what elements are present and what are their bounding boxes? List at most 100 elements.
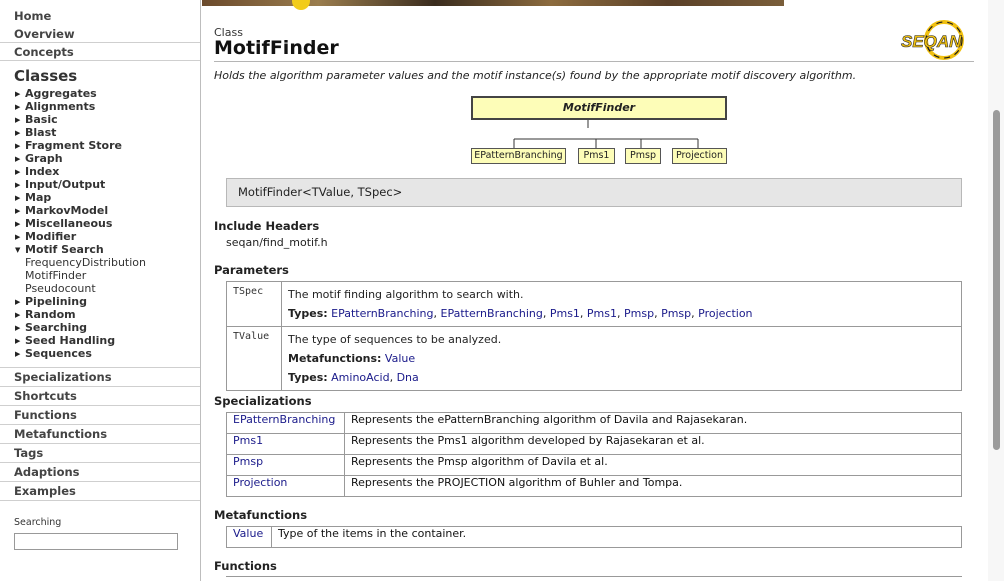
class-category-item[interactable]: ▶ Modifier [0,230,200,243]
triangle-right-icon[interactable]: ▶ [15,311,25,319]
class-category-item[interactable]: ▶ Miscellaneous [0,217,200,230]
nav-metafunctions[interactable]: Metafunctions [0,425,200,444]
nav-functions[interactable]: Functions [0,406,200,425]
param-name: TValue [226,326,282,391]
class-category-item[interactable]: ▶ Aggregates [0,87,200,100]
nav-specializations[interactable]: Specializations [0,368,200,387]
class-category-item[interactable]: ▶ Sequences [0,347,200,360]
type-link[interactable]: Pmsp [661,307,691,320]
class-category-item[interactable]: ▶ Map [0,191,200,204]
triangle-right-icon[interactable]: ▶ [15,168,25,176]
specializations-heading: Specializations [214,394,312,408]
type-link[interactable]: Pms1 [550,307,580,320]
type-link[interactable]: Dna [397,371,419,384]
class-sub-item[interactable]: Pseudocount [0,282,200,295]
nav-examples[interactable]: Examples [0,482,200,501]
specializations-name-link[interactable]: Projection [226,475,345,497]
sidebar: Home Overview Concepts Classes ▶ Aggregat… [0,0,201,581]
specializations-name-link[interactable]: Pmsp [226,454,345,476]
types-label: Types: [288,371,328,384]
triangle-right-icon[interactable]: ▶ [15,90,25,98]
main-content: Class MotifFinder SEQAN Holds the algori… [202,0,988,581]
diagram-child-epatternbranching[interactable]: EPatternBranching [471,148,566,164]
table-row: TValue The type of sequences to be analy… [226,326,962,391]
include-header-value: seqan/find_motif.h [226,236,328,249]
triangle-right-icon[interactable]: ▶ [15,129,25,137]
triangle-right-icon[interactable]: ▶ [15,298,25,306]
type-link[interactable]: Value [385,352,415,365]
type-link[interactable]: Pmsp [624,307,654,320]
diagram-child-pms1[interactable]: Pms1 [578,148,615,164]
triangle-right-icon[interactable]: ▶ [15,207,25,215]
triangle-right-icon[interactable]: ▶ [15,142,25,150]
triangle-right-icon[interactable]: ▶ [15,194,25,202]
class-category-item[interactable]: ▶ Seed Handling [0,334,200,347]
type-link[interactable]: AminoAcid [331,371,389,384]
nav-overview[interactable]: Overview [0,25,200,43]
param-description: The motif finding algorithm to search wi… [288,288,524,301]
class-category-item[interactable]: ▶ Blast [0,126,200,139]
nav-tags[interactable]: Tags [0,444,200,463]
parameters-table: TSpec The motif finding algorithm to sea… [226,281,962,391]
list-separator: , [579,307,587,320]
type-link[interactable]: EPatternBranching [441,307,543,320]
class-category-label: MarkovModel [25,204,109,217]
metafunctions-label: Metafunctions: [288,352,382,365]
triangle-right-icon[interactable]: ▶ [15,181,25,189]
type-link[interactable]: EPatternBranching [331,307,433,320]
functions-table-edge [226,576,962,577]
class-category-item[interactable]: ▼ Motif Search [0,243,200,256]
class-category-label: Input/Output [25,178,106,191]
class-sub-item[interactable]: FrequencyDistribution [0,256,200,269]
nav-concepts[interactable]: Concepts [0,43,200,61]
class-category-label: Index [25,165,60,178]
class-category-item[interactable]: ▶ Basic [0,113,200,126]
class-category-item[interactable]: ▶ Index [0,165,200,178]
diagram-root-box[interactable]: MotifFinder [471,96,727,120]
triangle-down-icon[interactable]: ▼ [15,246,25,254]
table-row: TSpec The motif finding algorithm to sea… [226,281,962,327]
triangle-right-icon[interactable]: ▶ [15,220,25,228]
class-category-item[interactable]: ▶ Random [0,308,200,321]
list-separator: , [433,307,441,320]
class-category-item[interactable]: ▶ Searching [0,321,200,334]
param-desc-cell: The motif finding algorithm to search wi… [281,281,962,327]
scrollbar-thumb[interactable] [993,110,1000,450]
class-category-item[interactable]: ▶ Graph [0,152,200,165]
class-category-label: Searching [25,321,88,334]
metafunctions-table: Value Type of the items in the container. [226,526,962,548]
metafunctions-name-link[interactable]: Value [226,526,272,548]
nav-adaptions[interactable]: Adaptions [0,463,200,482]
class-category-label: Miscellaneous [25,217,113,230]
class-category-item[interactable]: ▶ Alignments [0,100,200,113]
specializations-description: Represents the Pms1 algorithm developed … [344,433,962,455]
triangle-right-icon[interactable]: ▶ [15,103,25,111]
class-category-label: Sequences [25,347,92,360]
triangle-right-icon[interactable]: ▶ [15,324,25,332]
class-category-item[interactable]: ▶ MarkovModel [0,204,200,217]
triangle-right-icon[interactable]: ▶ [15,350,25,358]
triangle-right-icon[interactable]: ▶ [15,337,25,345]
diagram-child-projection[interactable]: Projection [672,148,727,164]
type-link[interactable]: Pms1 [587,307,617,320]
class-category-item[interactable]: ▶ Fragment Store [0,139,200,152]
triangle-right-icon[interactable]: ▶ [15,233,25,241]
class-category-item[interactable]: ▶ Input/Output [0,178,200,191]
nav-home[interactable]: Home [0,7,200,25]
table-row: EPatternBranching Represents the ePattern… [226,412,962,434]
type-link[interactable]: Projection [698,307,752,320]
class-category-item[interactable]: ▶ Pipelining [0,295,200,308]
class-category-label: Seed Handling [25,334,116,347]
search-input[interactable] [14,533,178,550]
class-sub-item[interactable]: MotifFinder [0,269,200,282]
functions-heading: Functions [214,559,277,573]
diagram-child-pmsp[interactable]: Pmsp [625,148,661,164]
classes-heading[interactable]: Classes [0,66,200,86]
triangle-right-icon[interactable]: ▶ [15,155,25,163]
triangle-right-icon[interactable]: ▶ [15,116,25,124]
nav-shortcuts[interactable]: Shortcuts [0,387,200,406]
table-row: Pmsp Represents the Pmsp algorithm of Dav… [226,454,962,476]
specializations-name-link[interactable]: EPatternBranching [226,412,345,434]
list-separator: , [654,307,662,320]
specializations-name-link[interactable]: Pms1 [226,433,345,455]
